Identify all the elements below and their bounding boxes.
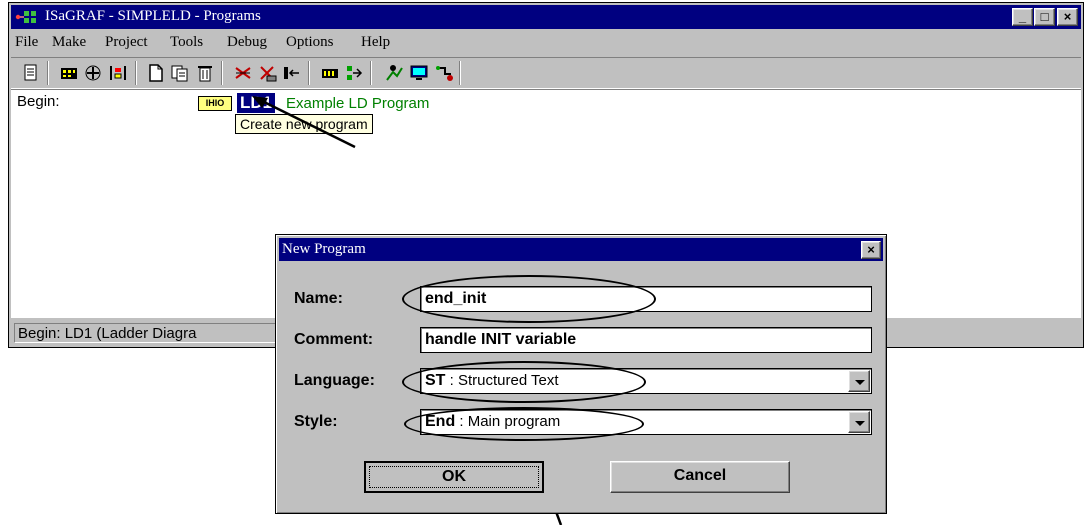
dialog-title: New Program — [282, 241, 366, 257]
ok-button-label: OK — [369, 466, 539, 488]
cancel-button-label: Cancel — [673, 467, 727, 484]
name-label: Name: — [294, 290, 343, 307]
dialog-title-bar[interactable]: New Program × — [279, 238, 883, 261]
highlight-ellipse — [402, 361, 646, 403]
cancel-button[interactable]: Cancel — [610, 461, 790, 493]
chevron-down-icon[interactable] — [848, 370, 870, 392]
close-icon: × — [867, 242, 875, 257]
highlight-ellipse — [404, 407, 644, 441]
new-program-dialog: New Program × Name: end_init Comment: ha… — [275, 234, 887, 514]
style-label: Style: — [294, 413, 338, 430]
chevron-down-icon[interactable] — [848, 411, 870, 433]
dialog-close-button[interactable]: × — [861, 241, 881, 259]
arrow-to-new-button — [257, 97, 356, 149]
highlight-ellipse — [402, 275, 656, 323]
comment-label: Comment: — [294, 331, 374, 348]
comment-field[interactable]: handle INIT variable — [420, 327, 872, 353]
ok-button[interactable]: OK — [364, 461, 544, 493]
language-label: Language: — [294, 372, 375, 389]
